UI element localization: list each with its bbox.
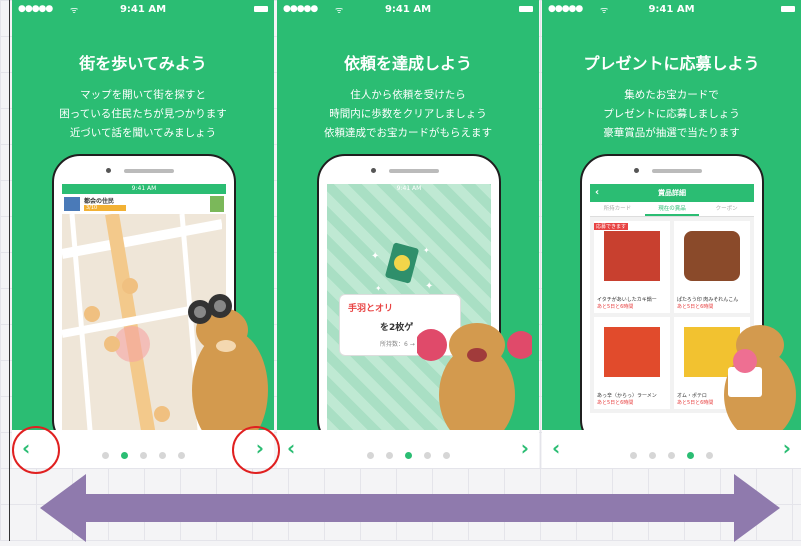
resident-thumbnail (64, 197, 80, 211)
page-indicator (277, 444, 539, 463)
resident-header: 都会の住民 3/10 (62, 194, 226, 215)
camera-icon (634, 168, 639, 173)
page-dot-active[interactable] (687, 452, 694, 459)
svg-text:✦: ✦ (425, 281, 433, 292)
page-dot[interactable] (177, 452, 185, 459)
tab-coupons[interactable]: クーポン (699, 202, 754, 216)
prize-deadline: あと5日と6時間 (597, 400, 634, 406)
status-bar: ●●●●● ᯤ 9:41 AM (277, 0, 539, 18)
status-bar: ●●●●● ᯤ 9:41 AM (12, 0, 274, 18)
highlight-circle-next (232, 426, 280, 474)
panel-description: 集めたお宝カードで プレゼントに応募しましょう 豪華賞品が抽選で当たります (603, 89, 740, 139)
prize-caption: オム・ポテロ (677, 393, 707, 399)
prize-deadline: あと5日と6時間 (597, 304, 634, 310)
tab-owned-cards[interactable]: 所持カード (590, 202, 645, 216)
prize-caption: あっ辛（からっ）ラーメン (597, 393, 657, 399)
prize-image (604, 327, 660, 377)
prize-card[interactable]: あっ辛（からっ）ラーメン あと5日と6時間 (594, 317, 670, 409)
panel-description: 住人から依頼を受けたら 時間内に歩数をクリアしましょう 依頼達成でお宝カードがも… (324, 89, 492, 139)
page-dot[interactable] (139, 452, 147, 459)
panel-description: マップを開いて街を探すと 困っている住民たちが見つかります 近づいて話を聞いてみ… (59, 89, 227, 139)
side-thumbnail (210, 196, 224, 212)
camera-icon (371, 168, 376, 173)
next-arrow-button[interactable]: › (521, 436, 529, 460)
battery-icon (254, 6, 268, 12)
status-time: 9:41 AM (119, 4, 167, 15)
status-time: 9:41 AM (648, 4, 695, 15)
pager-bar: ‹ › (542, 430, 801, 468)
panel-title: 依頼を達成しよう (343, 54, 472, 73)
page-dot[interactable] (442, 452, 450, 459)
panel-title: プレゼントに応募しよう (583, 54, 760, 73)
prize-caption: イタチがあいしたカキ鍋ー (597, 297, 657, 303)
page-dot[interactable] (158, 452, 166, 459)
mascot-binoculars (188, 294, 268, 430)
prize-header: ‹ 賞品詳細 (590, 184, 754, 202)
page-dot[interactable] (668, 452, 675, 459)
onboarding-panel-1: ●●●●● ᯤ 9:41 AM 街を歩いてみよう マップを開いて街を探すと 困っ… (12, 0, 274, 468)
prize-deadline: あと5日と6時間 (677, 400, 714, 406)
prize-image (604, 231, 660, 281)
prize-tag: 応募できます (594, 223, 629, 230)
svg-text:✦: ✦ (371, 251, 379, 262)
treasure-card-icon: ✦ ✦ ✦ ✦ (371, 242, 433, 293)
onboarding-panel-3: ●●●●● ᯤ 9:41 AM プレゼントに応募しよう 集めたお宝カードで プレ… (542, 0, 801, 468)
request-time: 所持数：6 → 8 (380, 341, 421, 348)
page-dot[interactable] (630, 452, 637, 459)
battery-icon (519, 6, 533, 12)
speaker-slot (652, 169, 702, 173)
speaker-slot (389, 169, 439, 173)
svg-text:✦: ✦ (423, 246, 430, 255)
battery-icon (781, 6, 795, 12)
pager-bar: ‹ › (277, 430, 539, 468)
prize-header-title: 賞品詳細 (658, 189, 686, 197)
prize-caption: ぱたろう印 肉みそれんこん (677, 297, 739, 303)
prize-image (684, 231, 740, 281)
page-indicator (542, 444, 801, 463)
page-dot[interactable] (101, 452, 109, 459)
mini-status-bar: 9:41 AM (396, 185, 422, 192)
highlight-circle-prev (12, 426, 60, 474)
request-count: を2枚ゲ (380, 323, 414, 333)
mascot-gift (724, 325, 796, 430)
resident-label: 都会の住民 (84, 198, 115, 205)
status-time: 9:41 AM (384, 4, 432, 15)
page-dot[interactable] (385, 452, 393, 459)
next-arrow-button[interactable]: › (783, 436, 791, 460)
prize-tabs: 所持カード 現在の賞品 クーポン (590, 202, 754, 217)
page-dot[interactable] (366, 452, 374, 459)
camera-icon (106, 168, 111, 173)
back-chevron-icon[interactable]: ‹ (595, 184, 599, 202)
mini-status-bar: 9:41 AM (62, 184, 226, 194)
frame-border (9, 0, 10, 541)
svg-text:✦: ✦ (375, 284, 382, 293)
page-dot[interactable] (649, 452, 656, 459)
speaker-slot (124, 169, 174, 173)
prize-deadline: あと5日と6時間 (677, 304, 714, 310)
swipe-double-arrow-icon (40, 474, 780, 542)
prize-card[interactable]: 応募できます イタチがあいしたカキ鍋ー あと5日と6時間 (594, 221, 670, 313)
status-bar: ●●●●● ᯤ 9:41 AM (542, 0, 801, 18)
prize-card[interactable]: ぱたろう印 肉みそれんこん あと5日と6時間 (674, 221, 750, 313)
page-dot-active[interactable] (404, 452, 412, 459)
page-dot-active[interactable] (120, 452, 128, 459)
request-title: 手羽とオリ (348, 304, 394, 314)
page-dot[interactable] (706, 452, 713, 459)
page-dot[interactable] (423, 452, 431, 459)
resident-progress: 3/10 (84, 205, 126, 211)
panel-title: 街を歩いてみよう (79, 54, 207, 73)
onboarding-panel-2: ●●●●● ᯤ 9:41 AM 依頼を達成しよう 住人から依頼を受けたら 時間内… (277, 0, 539, 468)
mascot-cheering (417, 323, 532, 430)
tab-current-prizes[interactable]: 現在の賞品 (644, 202, 700, 216)
